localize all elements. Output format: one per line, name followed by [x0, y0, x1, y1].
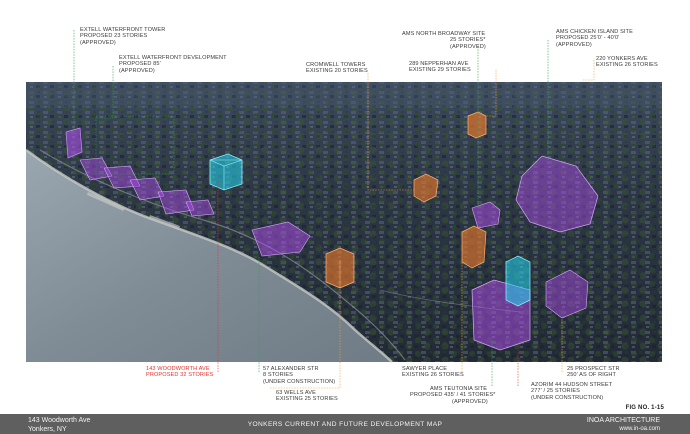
label-alexander: 57 ALEXANDER STR 8 STORIES (UNDER CONSTR…: [263, 366, 336, 385]
footer-bar: 143 Woodworth Ave Yonkers, NY YONKERS CU…: [0, 414, 690, 434]
footer-website[interactable]: www.in-oa.com: [587, 425, 660, 434]
label-woodworth: 143 WOODWORTH AVE PROPOSED 32 STORIES: [146, 366, 214, 379]
sawyer-shape: [461, 225, 487, 269]
woodworth-subject-shape: [209, 153, 243, 191]
label-azorim: AZORIM 44 HUDSON STREET 277' / 25 STORIE…: [531, 382, 613, 401]
footer-firm: INOA ARCHITECTURE www.in-oa.com: [586, 417, 660, 434]
figure-number: FIG NO. 1-15: [625, 405, 664, 411]
teutonia-tower-shape: [505, 255, 531, 307]
label-cromwell: CROMWELL TOWERS EXISTING 20 STORIES: [306, 62, 368, 75]
label-sawyer: SAWYER PLACE EXISTING 26 STORIES: [402, 366, 464, 379]
label-ams-teutonia: AMS TEUTONIA SITE PROPOSED 435' / 41 STO…: [410, 386, 496, 405]
label-extell-development: EXTELL WATERFRONT DEVELOPMENT PROPOSED 8…: [119, 55, 227, 74]
label-ams-north: AMS NORTH BROADWAY SITE 25 STORIES* (APP…: [402, 31, 486, 50]
label-220-yonkers: 220 YONKERS AVE EXISTING 26 STORIES: [596, 56, 658, 69]
nepperhan-shape: [467, 111, 487, 139]
wells-shape: [325, 247, 355, 289]
label-wells: 63 WELLS AVE EXISTING 25 STORIES: [276, 390, 338, 403]
label-prospect: 25 PROSPECT STR 250' AS OF RIGHT: [567, 366, 620, 379]
label-ams-chicken: AMS CHICKEN ISLAND SITE PROPOSED 25'0' -…: [556, 29, 633, 48]
label-extell-tower: EXTELL WATERFRONT TOWER PROPOSED 23 STOR…: [80, 27, 166, 46]
label-nepperhan: 289 NEPPERHAN AVE EXISTING 29 STORIES: [409, 61, 471, 74]
